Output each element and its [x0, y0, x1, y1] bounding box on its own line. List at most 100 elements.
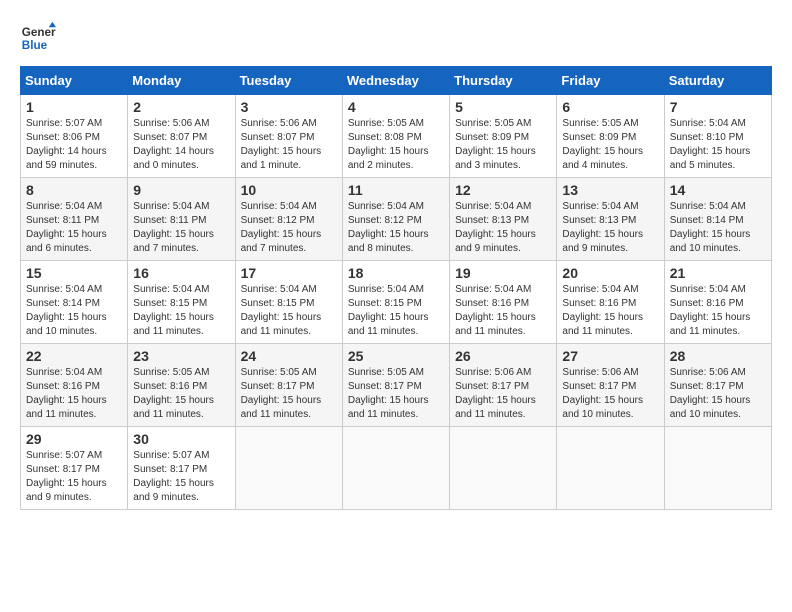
day-info: Sunrise: 5:04 AMSunset: 8:14 PMDaylight:…	[670, 201, 751, 254]
day-number: 25	[348, 348, 444, 364]
calendar-row: 29 Sunrise: 5:07 AMSunset: 8:17 PMDaylig…	[21, 427, 772, 510]
day-number: 10	[241, 182, 337, 198]
day-info: Sunrise: 5:04 AMSunset: 8:12 PMDaylight:…	[348, 201, 429, 254]
calendar-cell	[450, 427, 557, 510]
calendar-cell: 6 Sunrise: 5:05 AMSunset: 8:09 PMDayligh…	[557, 95, 664, 178]
day-info: Sunrise: 5:04 AMSunset: 8:15 PMDaylight:…	[241, 284, 322, 337]
calendar-cell: 4 Sunrise: 5:05 AMSunset: 8:08 PMDayligh…	[342, 95, 449, 178]
day-number: 14	[670, 182, 766, 198]
calendar-cell	[557, 427, 664, 510]
day-number: 6	[562, 99, 658, 115]
calendar-cell: 24 Sunrise: 5:05 AMSunset: 8:17 PMDaylig…	[235, 344, 342, 427]
day-number: 11	[348, 182, 444, 198]
day-info: Sunrise: 5:06 AMSunset: 8:17 PMDaylight:…	[562, 367, 643, 420]
day-number: 8	[26, 182, 122, 198]
calendar-cell	[342, 427, 449, 510]
day-number: 2	[133, 99, 229, 115]
day-number: 18	[348, 265, 444, 281]
svg-text:General: General	[22, 26, 56, 39]
calendar-cell: 28 Sunrise: 5:06 AMSunset: 8:17 PMDaylig…	[664, 344, 771, 427]
day-info: Sunrise: 5:04 AMSunset: 8:15 PMDaylight:…	[348, 284, 429, 337]
calendar-cell: 21 Sunrise: 5:04 AMSunset: 8:16 PMDaylig…	[664, 261, 771, 344]
day-number: 29	[26, 431, 122, 447]
calendar-cell: 16 Sunrise: 5:04 AMSunset: 8:15 PMDaylig…	[128, 261, 235, 344]
calendar-row: 1 Sunrise: 5:07 AMSunset: 8:06 PMDayligh…	[21, 95, 772, 178]
day-info: Sunrise: 5:04 AMSunset: 8:15 PMDaylight:…	[133, 284, 214, 337]
day-number: 27	[562, 348, 658, 364]
svg-text:Blue: Blue	[22, 39, 48, 52]
calendar-cell: 27 Sunrise: 5:06 AMSunset: 8:17 PMDaylig…	[557, 344, 664, 427]
day-info: Sunrise: 5:07 AMSunset: 8:17 PMDaylight:…	[133, 450, 214, 503]
day-info: Sunrise: 5:04 AMSunset: 8:12 PMDaylight:…	[241, 201, 322, 254]
day-info: Sunrise: 5:06 AMSunset: 8:07 PMDaylight:…	[241, 118, 322, 171]
header-sunday: Sunday	[21, 67, 128, 95]
header-monday: Monday	[128, 67, 235, 95]
day-info: Sunrise: 5:07 AMSunset: 8:06 PMDaylight:…	[26, 118, 107, 171]
calendar-table: SundayMondayTuesdayWednesdayThursdayFrid…	[20, 66, 772, 510]
day-info: Sunrise: 5:06 AMSunset: 8:17 PMDaylight:…	[455, 367, 536, 420]
day-info: Sunrise: 5:04 AMSunset: 8:16 PMDaylight:…	[455, 284, 536, 337]
header-wednesday: Wednesday	[342, 67, 449, 95]
calendar-cell: 23 Sunrise: 5:05 AMSunset: 8:16 PMDaylig…	[128, 344, 235, 427]
day-number: 9	[133, 182, 229, 198]
day-info: Sunrise: 5:05 AMSunset: 8:08 PMDaylight:…	[348, 118, 429, 171]
day-info: Sunrise: 5:04 AMSunset: 8:13 PMDaylight:…	[562, 201, 643, 254]
day-info: Sunrise: 5:04 AMSunset: 8:14 PMDaylight:…	[26, 284, 107, 337]
day-number: 1	[26, 99, 122, 115]
page-header: General Blue	[20, 20, 772, 56]
day-number: 24	[241, 348, 337, 364]
day-info: Sunrise: 5:07 AMSunset: 8:17 PMDaylight:…	[26, 450, 107, 503]
day-number: 19	[455, 265, 551, 281]
calendar-cell: 11 Sunrise: 5:04 AMSunset: 8:12 PMDaylig…	[342, 178, 449, 261]
day-number: 21	[670, 265, 766, 281]
calendar-row: 8 Sunrise: 5:04 AMSunset: 8:11 PMDayligh…	[21, 178, 772, 261]
calendar-header-row: SundayMondayTuesdayWednesdayThursdayFrid…	[21, 67, 772, 95]
day-number: 4	[348, 99, 444, 115]
day-number: 15	[26, 265, 122, 281]
header-saturday: Saturday	[664, 67, 771, 95]
header-tuesday: Tuesday	[235, 67, 342, 95]
day-info: Sunrise: 5:04 AMSunset: 8:10 PMDaylight:…	[670, 118, 751, 171]
calendar-cell: 2 Sunrise: 5:06 AMSunset: 8:07 PMDayligh…	[128, 95, 235, 178]
day-number: 5	[455, 99, 551, 115]
calendar-cell: 3 Sunrise: 5:06 AMSunset: 8:07 PMDayligh…	[235, 95, 342, 178]
day-number: 20	[562, 265, 658, 281]
logo-icon: General Blue	[20, 20, 56, 56]
header-thursday: Thursday	[450, 67, 557, 95]
calendar-cell: 15 Sunrise: 5:04 AMSunset: 8:14 PMDaylig…	[21, 261, 128, 344]
day-info: Sunrise: 5:05 AMSunset: 8:09 PMDaylight:…	[562, 118, 643, 171]
day-number: 3	[241, 99, 337, 115]
calendar-cell: 8 Sunrise: 5:04 AMSunset: 8:11 PMDayligh…	[21, 178, 128, 261]
calendar-cell: 5 Sunrise: 5:05 AMSunset: 8:09 PMDayligh…	[450, 95, 557, 178]
day-number: 22	[26, 348, 122, 364]
calendar-cell: 26 Sunrise: 5:06 AMSunset: 8:17 PMDaylig…	[450, 344, 557, 427]
day-number: 7	[670, 99, 766, 115]
calendar-cell	[235, 427, 342, 510]
day-number: 13	[562, 182, 658, 198]
calendar-cell: 13 Sunrise: 5:04 AMSunset: 8:13 PMDaylig…	[557, 178, 664, 261]
calendar-cell: 10 Sunrise: 5:04 AMSunset: 8:12 PMDaylig…	[235, 178, 342, 261]
calendar-cell: 12 Sunrise: 5:04 AMSunset: 8:13 PMDaylig…	[450, 178, 557, 261]
day-info: Sunrise: 5:05 AMSunset: 8:17 PMDaylight:…	[348, 367, 429, 420]
day-info: Sunrise: 5:06 AMSunset: 8:07 PMDaylight:…	[133, 118, 214, 171]
calendar-row: 15 Sunrise: 5:04 AMSunset: 8:14 PMDaylig…	[21, 261, 772, 344]
day-number: 16	[133, 265, 229, 281]
calendar-cell: 22 Sunrise: 5:04 AMSunset: 8:16 PMDaylig…	[21, 344, 128, 427]
day-number: 28	[670, 348, 766, 364]
day-info: Sunrise: 5:05 AMSunset: 8:17 PMDaylight:…	[241, 367, 322, 420]
calendar-cell: 18 Sunrise: 5:04 AMSunset: 8:15 PMDaylig…	[342, 261, 449, 344]
calendar-cell: 14 Sunrise: 5:04 AMSunset: 8:14 PMDaylig…	[664, 178, 771, 261]
day-info: Sunrise: 5:04 AMSunset: 8:16 PMDaylight:…	[670, 284, 751, 337]
day-info: Sunrise: 5:04 AMSunset: 8:16 PMDaylight:…	[562, 284, 643, 337]
calendar-cell: 1 Sunrise: 5:07 AMSunset: 8:06 PMDayligh…	[21, 95, 128, 178]
day-number: 26	[455, 348, 551, 364]
day-info: Sunrise: 5:04 AMSunset: 8:13 PMDaylight:…	[455, 201, 536, 254]
logo: General Blue	[20, 20, 56, 56]
day-number: 12	[455, 182, 551, 198]
day-info: Sunrise: 5:05 AMSunset: 8:09 PMDaylight:…	[455, 118, 536, 171]
day-info: Sunrise: 5:06 AMSunset: 8:17 PMDaylight:…	[670, 367, 751, 420]
calendar-cell: 29 Sunrise: 5:07 AMSunset: 8:17 PMDaylig…	[21, 427, 128, 510]
day-number: 23	[133, 348, 229, 364]
day-info: Sunrise: 5:04 AMSunset: 8:16 PMDaylight:…	[26, 367, 107, 420]
calendar-cell: 7 Sunrise: 5:04 AMSunset: 8:10 PMDayligh…	[664, 95, 771, 178]
